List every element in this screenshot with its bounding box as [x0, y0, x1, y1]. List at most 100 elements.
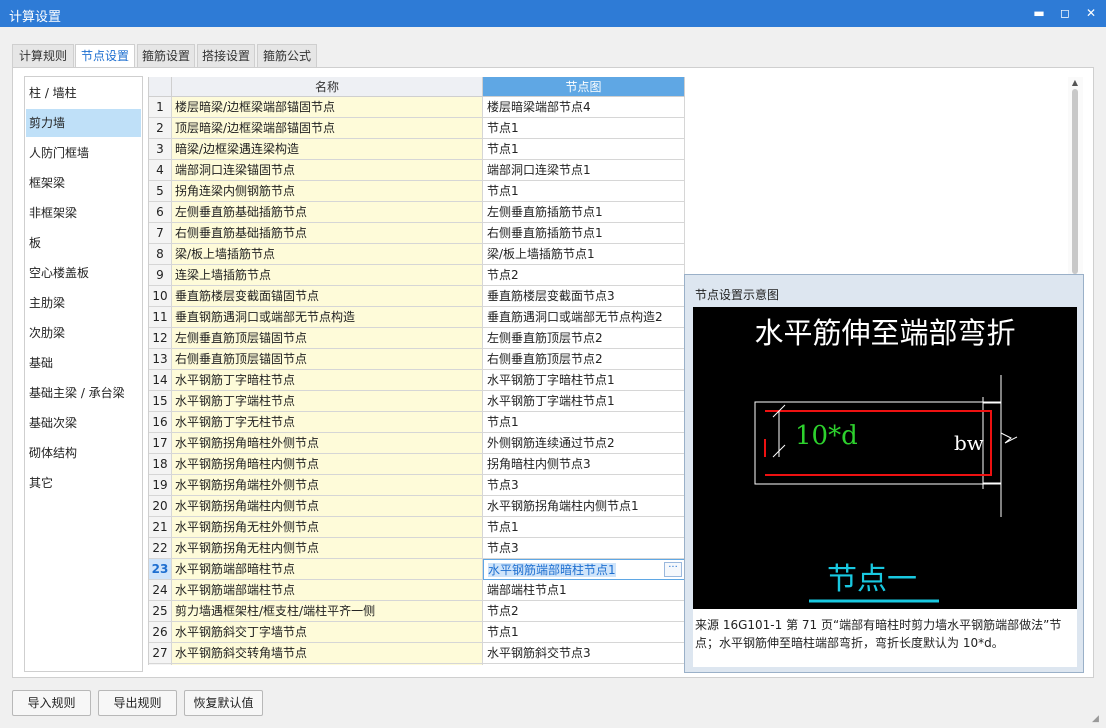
row-number[interactable]: 6 — [149, 202, 172, 223]
table-row[interactable]: 8 梁/板上墙插筋节点 梁/板上墙插筋节点1 — [149, 244, 685, 265]
ellipsis-button-icon[interactable]: ··· — [664, 562, 682, 577]
row-number[interactable]: 4 — [149, 160, 172, 181]
row-number[interactable]: 14 — [149, 370, 172, 391]
table-row[interactable]: 16 水平钢筋丁字无柱节点 节点1 — [149, 412, 685, 433]
export-rules-button[interactable]: 导出规则 — [98, 690, 177, 716]
row-number[interactable]: 19 — [149, 475, 172, 496]
table-row[interactable]: 12 左侧垂直筋顶层锚固节点 左侧垂直筋顶层节点2 — [149, 328, 685, 349]
row-number[interactable]: 28 — [149, 664, 172, 665]
row-node-cell[interactable]: 拐角暗柱内侧节点3 — [483, 454, 685, 475]
restore-defaults-button[interactable]: 恢复默认值 — [184, 690, 263, 716]
tab-calc-rules[interactable]: 计算规则 — [12, 44, 74, 68]
row-node-cell[interactable]: 水平钢筋拐角端柱内侧节点1 — [483, 496, 685, 517]
table-row[interactable]: 28水平钢筋遇洞口或端部无节点构造水平钢筋遇洞口或端部无节点构造2 — [149, 664, 685, 665]
row-node-cell[interactable]: 节点1 — [483, 412, 685, 433]
row-node-cell[interactable]: 左侧垂直筋顶层节点2 — [483, 328, 685, 349]
row-node-cell[interactable]: 节点3 — [483, 475, 685, 496]
row-node-cell[interactable]: 梁/板上墙插筋节点1 — [483, 244, 685, 265]
table-row[interactable]: 24 水平钢筋端部端柱节点 端部端柱节点1 — [149, 580, 685, 601]
row-node-cell[interactable]: 水平钢筋遇洞口或端部无节点构造2 — [483, 664, 685, 665]
category-item-column-wall-column[interactable]: 柱 / 墙柱 — [26, 79, 141, 107]
table-row[interactable]: 7 右侧垂直筋基础插筋节点 右侧垂直筋插筋节点1 — [149, 223, 685, 244]
row-number[interactable]: 15 — [149, 391, 172, 412]
row-node-cell[interactable]: 节点3 — [483, 538, 685, 559]
tab-stirrup-formula[interactable]: 箍筋公式 — [257, 44, 317, 68]
row-number[interactable]: 16 — [149, 412, 172, 433]
row-node-cell[interactable]: 节点1 — [483, 181, 685, 202]
row-node-cell[interactable]: 水平钢筋丁字暗柱节点1 — [483, 370, 685, 391]
category-item-masonry[interactable]: 砌体结构 — [26, 439, 141, 467]
row-number[interactable]: 25 — [149, 601, 172, 622]
row-number[interactable]: 2 — [149, 118, 172, 139]
scrollbar-thumb[interactable] — [1072, 89, 1078, 274]
row-node-cell[interactable]: 垂直筋楼层变截面节点3 — [483, 286, 685, 307]
category-item-foundation-main-beam[interactable]: 基础主梁 / 承台梁 — [26, 379, 141, 407]
category-item-foundation-secondary-beam[interactable]: 基础次梁 — [26, 409, 141, 437]
row-node-cell[interactable]: 楼层暗梁端部节点4 — [483, 97, 685, 118]
row-node-cell[interactable]: 水平钢筋端部暗柱节点1 ··· — [483, 559, 685, 580]
row-number[interactable]: 5 — [149, 181, 172, 202]
category-item-shear-wall[interactable]: 剪力墙 — [26, 109, 141, 137]
row-number[interactable]: 24 — [149, 580, 172, 601]
row-number[interactable]: 23 — [149, 559, 172, 580]
table-row[interactable]: 14 水平钢筋丁字暗柱节点 水平钢筋丁字暗柱节点1 — [149, 370, 685, 391]
table-row[interactable]: 17 水平钢筋拐角暗柱外侧节点 外侧钢筋连续通过节点2 — [149, 433, 685, 454]
table-row[interactable]: 9 连梁上墙插筋节点 节点2 — [149, 265, 685, 286]
row-number[interactable]: 17 — [149, 433, 172, 454]
table-row[interactable]: 3 暗梁/边框梁遇连梁构造 节点1 — [149, 139, 685, 160]
table-row[interactable]: 2 顶层暗梁/边框梁端部锚固节点 节点1 — [149, 118, 685, 139]
table-row[interactable]: 1 楼层暗梁/边框梁端部锚固节点 楼层暗梁端部节点4 — [149, 97, 685, 118]
scroll-up-arrow-icon[interactable]: ▲ — [1070, 78, 1080, 88]
import-rules-button[interactable]: 导入规则 — [12, 690, 91, 716]
row-node-cell[interactable]: 节点1 — [483, 517, 685, 538]
row-node-cell[interactable]: 节点2 — [483, 601, 685, 622]
table-row[interactable]: 18 水平钢筋拐角暗柱内侧节点 拐角暗柱内侧节点3 — [149, 454, 685, 475]
tab-node-settings[interactable]: 节点设置 — [75, 44, 135, 69]
table-row[interactable]: 22 水平钢筋拐角无柱内侧节点 节点3 — [149, 538, 685, 559]
row-node-cell[interactable]: 节点1 — [483, 622, 685, 643]
table-row[interactable]: 11 垂直钢筋遇洞口或端部无节点构造 垂直筋遇洞口或端部无节点构造2 — [149, 307, 685, 328]
category-item-main-rib-beam[interactable]: 主肋梁 — [26, 289, 141, 317]
row-number[interactable]: 13 — [149, 349, 172, 370]
category-item-secondary-rib-beam[interactable]: 次肋梁 — [26, 319, 141, 347]
category-item-other[interactable]: 其它 — [26, 469, 141, 497]
row-number[interactable]: 11 — [149, 307, 172, 328]
table-row[interactable]: 19 水平钢筋拐角端柱外侧节点 节点3 — [149, 475, 685, 496]
row-number[interactable]: 7 — [149, 223, 172, 244]
row-node-cell[interactable]: 右侧垂直筋插筋节点1 — [483, 223, 685, 244]
category-item-frame-beam[interactable]: 框架梁 — [26, 169, 141, 197]
column-header-node-diagram[interactable]: 节点图 — [483, 77, 685, 97]
tab-stirrup-settings[interactable]: 箍筋设置 — [137, 44, 195, 68]
table-row[interactable]: 21 水平钢筋拐角无柱外侧节点 节点1 — [149, 517, 685, 538]
row-number[interactable]: 9 — [149, 265, 172, 286]
table-row[interactable]: 15 水平钢筋丁字端柱节点 水平钢筋丁字端柱节点1 — [149, 391, 685, 412]
row-node-cell[interactable]: 节点1 — [483, 139, 685, 160]
category-item-civil-defense-door-frame-wall[interactable]: 人防门框墙 — [26, 139, 141, 167]
table-row[interactable]: 13 右侧垂直筋顶层锚固节点 右侧垂直筋顶层节点2 — [149, 349, 685, 370]
table-row[interactable]: 10 垂直筋楼层变截面锚固节点 垂直筋楼层变截面节点3 — [149, 286, 685, 307]
row-number[interactable]: 1 — [149, 97, 172, 118]
category-item-foundation[interactable]: 基础 — [26, 349, 141, 377]
category-item-hollow-slab[interactable]: 空心楼盖板 — [26, 259, 141, 287]
column-header-name[interactable]: 名称 — [172, 77, 483, 97]
row-number[interactable]: 27 — [149, 643, 172, 664]
row-number[interactable]: 10 — [149, 286, 172, 307]
row-node-cell[interactable]: 节点1 — [483, 118, 685, 139]
row-node-cell[interactable]: 左侧垂直筋插筋节点1 — [483, 202, 685, 223]
row-node-cell[interactable]: 水平钢筋斜交节点3 — [483, 643, 685, 664]
row-number[interactable]: 22 — [149, 538, 172, 559]
table-row[interactable]: 27 水平钢筋斜交转角墙节点 水平钢筋斜交节点3 — [149, 643, 685, 664]
maximize-icon[interactable]: ◻ — [1056, 4, 1074, 22]
table-row[interactable]: 25 剪力墙遇框架柱/框支柱/端柱平齐一侧 节点2 — [149, 601, 685, 622]
grid-scrollbar[interactable]: ▲ — [1068, 77, 1083, 277]
resize-grip-icon[interactable]: ◢ — [1092, 714, 1104, 726]
category-item-non-frame-beam[interactable]: 非框架梁 — [26, 199, 141, 227]
table-row[interactable]: 5 拐角连梁内侧钢筋节点 节点1 — [149, 181, 685, 202]
table-row[interactable]: 4 端部洞口连梁锚固节点 端部洞口连梁节点1 — [149, 160, 685, 181]
row-node-cell[interactable]: 水平钢筋丁字端柱节点1 — [483, 391, 685, 412]
table-row[interactable]: 6 左侧垂直筋基础插筋节点 左侧垂直筋插筋节点1 — [149, 202, 685, 223]
row-number[interactable]: 8 — [149, 244, 172, 265]
row-node-cell[interactable]: 外侧钢筋连续通过节点2 — [483, 433, 685, 454]
row-node-cell[interactable]: 端部端柱节点1 — [483, 580, 685, 601]
row-number[interactable]: 12 — [149, 328, 172, 349]
